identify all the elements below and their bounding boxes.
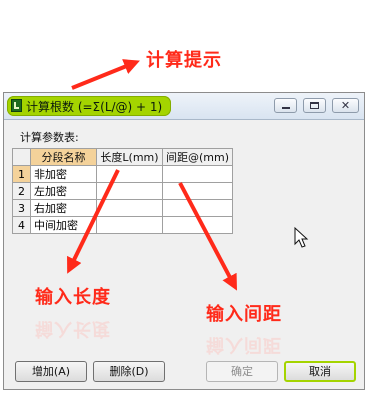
table-row: 1 非加密	[12, 165, 234, 183]
length-cell[interactable]	[96, 216, 163, 234]
annotation-input-length-reflection: 输入长度	[35, 318, 111, 339]
close-button[interactable]: ✕	[332, 98, 359, 113]
length-cell[interactable]	[96, 199, 163, 217]
spacing-cell[interactable]	[161, 165, 234, 183]
spacing-cell[interactable]	[161, 199, 234, 217]
length-cell[interactable]	[96, 182, 163, 200]
params-table: 分段名称 长度L(mm) 间距@(mm) 1 非加密 2 左加密 3 右加密 4…	[12, 148, 234, 234]
column-header-length[interactable]: 长度L(mm)	[96, 148, 163, 166]
add-button[interactable]: 增加(A)	[15, 361, 87, 382]
table-row: 3 右加密	[12, 199, 234, 217]
app-icon	[11, 99, 22, 112]
segment-name-cell[interactable]: 中间加密	[30, 216, 97, 234]
annotation-input-spacing-reflection: 输入间距	[206, 334, 282, 355]
table-row: 2 左加密	[12, 182, 234, 200]
dialog-title: 计算根数 (=Σ(L/@) + 1)	[26, 100, 163, 114]
segment-name-cell[interactable]: 左加密	[30, 182, 97, 200]
segment-name-cell[interactable]: 非加密	[30, 165, 97, 183]
spacing-cell[interactable]	[161, 182, 234, 200]
spacing-cell[interactable]	[161, 216, 234, 234]
params-table-label: 计算参数表:	[20, 131, 79, 144]
delete-button[interactable]: 删除(D)	[93, 361, 165, 382]
calc-count-dialog: 计算根数 (=Σ(L/@) + 1) ✕ 计算参数表: 分段名称 长度L(mm)…	[3, 92, 365, 390]
segment-name-cell[interactable]: 右加密	[30, 199, 97, 217]
minimize-button[interactable]	[274, 98, 297, 113]
close-icon: ✕	[340, 99, 351, 112]
maximize-button[interactable]	[303, 98, 326, 113]
column-header-name[interactable]: 分段名称	[30, 148, 97, 166]
maximize-icon	[310, 102, 319, 109]
minimize-icon	[282, 107, 290, 109]
arrow-to-title	[71, 59, 140, 90]
cancel-button[interactable]: 取消	[284, 361, 356, 382]
annotation-input-spacing: 输入间距	[206, 304, 282, 325]
table-corner	[12, 148, 31, 166]
row-number[interactable]: 1	[12, 165, 31, 183]
row-number[interactable]: 3	[12, 199, 31, 217]
annotation-input-length: 输入长度	[35, 287, 111, 308]
title-bar[interactable]: 计算根数 (=Σ(L/@) + 1) ✕	[4, 93, 364, 120]
length-cell[interactable]	[96, 165, 163, 183]
row-number[interactable]: 2	[12, 182, 31, 200]
row-number[interactable]: 4	[12, 216, 31, 234]
ok-button[interactable]: 确定	[206, 361, 278, 382]
table-row: 4 中间加密	[12, 216, 234, 234]
column-header-spacing[interactable]: 间距@(mm)	[161, 148, 234, 166]
annotation-calc-hint: 计算提示	[146, 50, 222, 71]
